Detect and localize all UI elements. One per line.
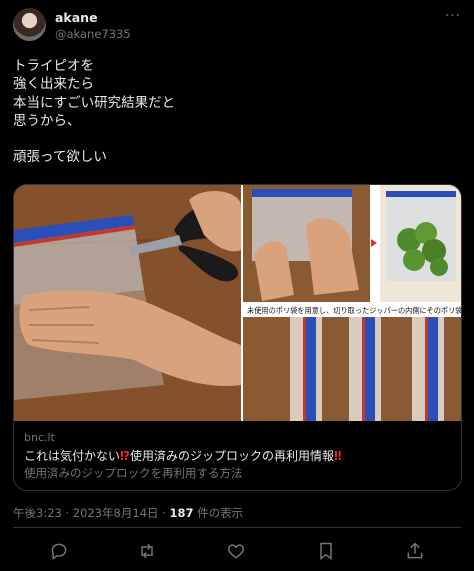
avatar[interactable] [13,8,46,41]
tweet-text-line: トライピオを [13,58,94,74]
card-title-prefix: これは気付かない [24,449,121,463]
card-description: 使用済みのジップロックを再利用する方法 [24,466,243,480]
link-card[interactable]: 未使用のポリ袋を用意し、切り取ったジッパーの内側にそのポリ袋を bnc.lt こ… [13,184,462,491]
card-title-main: 使用済みのジップロックの再利用情報 [129,449,334,463]
card-photo-collage: 未使用のポリ袋を用意し、切り取ったジッパーの内側にそのポリ袋を [14,185,461,421]
divider [13,527,461,528]
tweet-text-line [13,130,461,148]
action-bar [0,537,474,565]
double-exclamation-emoji-icon: ‼ [333,449,342,463]
interrobang-emoji-icon: ⁉ [120,449,130,463]
heart-icon[interactable] [226,541,246,561]
reply-icon[interactable] [49,541,69,561]
card-domain[interactable]: bnc.lt [24,431,454,447]
tweet-header: akane @akane7335 ··· [13,8,461,44]
user-handle[interactable]: @akane7335 [55,27,131,41]
card-title[interactable]: これは気付かない⁉使用済みのジップロックの再利用情報‼ [24,447,454,465]
tweet-text: トライピオを 強く出来たら 本当にすごい研究結果だと 思うから、 頑張って欲しい [13,57,461,167]
tweet-text-line: 本当にすごい研究結果だと [13,94,176,111]
card-meta: bnc.lt これは気付かない⁉使用済みのジップロックの再利用情報‼ 使用済みの… [24,431,454,481]
view-label: 件の表示 [193,506,244,520]
timestamp[interactable]: 午後3:23 · 2023年8月14日 · [13,506,169,520]
view-count: 187 [169,506,194,520]
tweet-meta: 午後3:23 · 2023年8月14日 · 187 件の表示 [13,505,243,521]
card-image[interactable]: 未使用のポリ袋を用意し、切り取ったジッパーの内側にそのポリ袋を [14,185,461,421]
tweet-text-line: 思うから、 [13,112,81,129]
more-options-icon[interactable]: ··· [445,8,461,24]
retweet-icon[interactable] [137,541,157,561]
bookmark-icon[interactable] [316,541,336,561]
display-name[interactable]: akane [55,10,98,25]
share-icon[interactable] [405,541,425,561]
tweet-text-line: 頑張って欲しい [13,149,107,166]
tweet-text-line: 強く出来たら [13,76,94,93]
image-caption: 未使用のポリ袋を用意し、切り取ったジッパーの内側にそのポリ袋を [247,306,461,315]
